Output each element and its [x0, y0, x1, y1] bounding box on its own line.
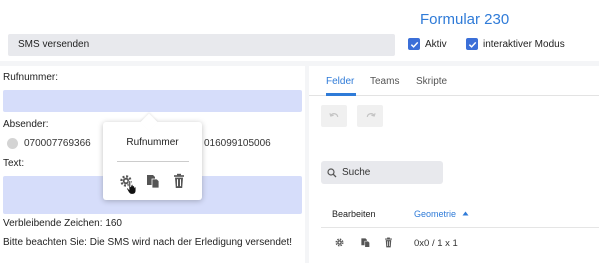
copy-icon[interactable]	[360, 237, 371, 248]
tab-teams[interactable]: Teams	[370, 76, 399, 87]
popup-divider	[117, 161, 189, 162]
interaktiv-checkbox[interactable]: interaktiver Modus	[466, 38, 565, 50]
checkbox-checked-icon[interactable]	[466, 38, 478, 50]
interaktiv-label: interaktiver Modus	[483, 38, 565, 50]
trash-icon[interactable]	[171, 173, 187, 189]
form-title: Formular 230	[420, 11, 510, 28]
absender-option-label: 016099105006	[204, 138, 271, 149]
undo-icon	[328, 112, 338, 117]
absender-option-label: 070007769366	[24, 138, 91, 149]
remaining-label: Verbleibende Zeichen:	[3, 218, 103, 229]
absender-label: Absender:	[3, 119, 49, 130]
search-icon	[327, 167, 337, 177]
tab-skripte[interactable]: Skripte	[416, 76, 447, 87]
search-placeholder: Suche	[342, 167, 371, 178]
undo-button[interactable]	[321, 105, 347, 127]
aktiv-label: Aktiv	[425, 38, 447, 50]
rufnummer-input[interactable]	[3, 90, 302, 112]
search-input[interactable]: Suche	[321, 161, 443, 184]
field-context-popup: Rufnummer	[103, 113, 202, 200]
redo-button[interactable]	[357, 105, 383, 127]
absender-radio-1[interactable]: 070007769366	[7, 138, 91, 149]
geometrie-cell: 0x0 / 1 x 1	[414, 238, 458, 249]
tab-felder[interactable]: Felder	[326, 76, 354, 87]
remaining-chars: Verbleibende Zeichen: 160	[3, 218, 122, 229]
active-tab-indicator	[326, 93, 356, 96]
table-header-divider	[321, 227, 599, 228]
radio-icon[interactable]	[7, 138, 18, 149]
column-header-geometrie[interactable]: Geometrie	[414, 209, 469, 219]
editor-panel: Felder Teams Skripte Suche Bearbeiten Ge…	[309, 66, 599, 263]
column-header-bearbeiten: Bearbeiten	[332, 209, 376, 219]
editor-tabs: Felder Teams Skripte	[309, 66, 599, 96]
checkbox-checked-icon[interactable]	[408, 38, 420, 50]
aktiv-checkbox[interactable]: Aktiv	[408, 38, 447, 50]
form-name-input[interactable]: SMS versenden	[8, 34, 395, 56]
sort-ascending-icon	[462, 211, 469, 216]
trash-icon[interactable]	[383, 237, 394, 248]
column-header-label: Geometrie	[414, 209, 457, 219]
form-header: Formular 230 SMS versenden Aktiv interak…	[0, 0, 599, 61]
redo-icon	[366, 112, 376, 117]
text-label: Text:	[3, 158, 25, 169]
remaining-count: 160	[105, 218, 122, 229]
popup-title: Rufnummer	[126, 137, 179, 148]
gear-icon[interactable]	[334, 237, 345, 248]
copy-icon[interactable]	[145, 173, 161, 189]
hand-cursor-icon	[126, 180, 137, 195]
sms-notice: Bitte beachten Sie: Die SMS wird nach de…	[3, 237, 293, 248]
rufnummer-label: Rufnummer:	[3, 72, 59, 83]
